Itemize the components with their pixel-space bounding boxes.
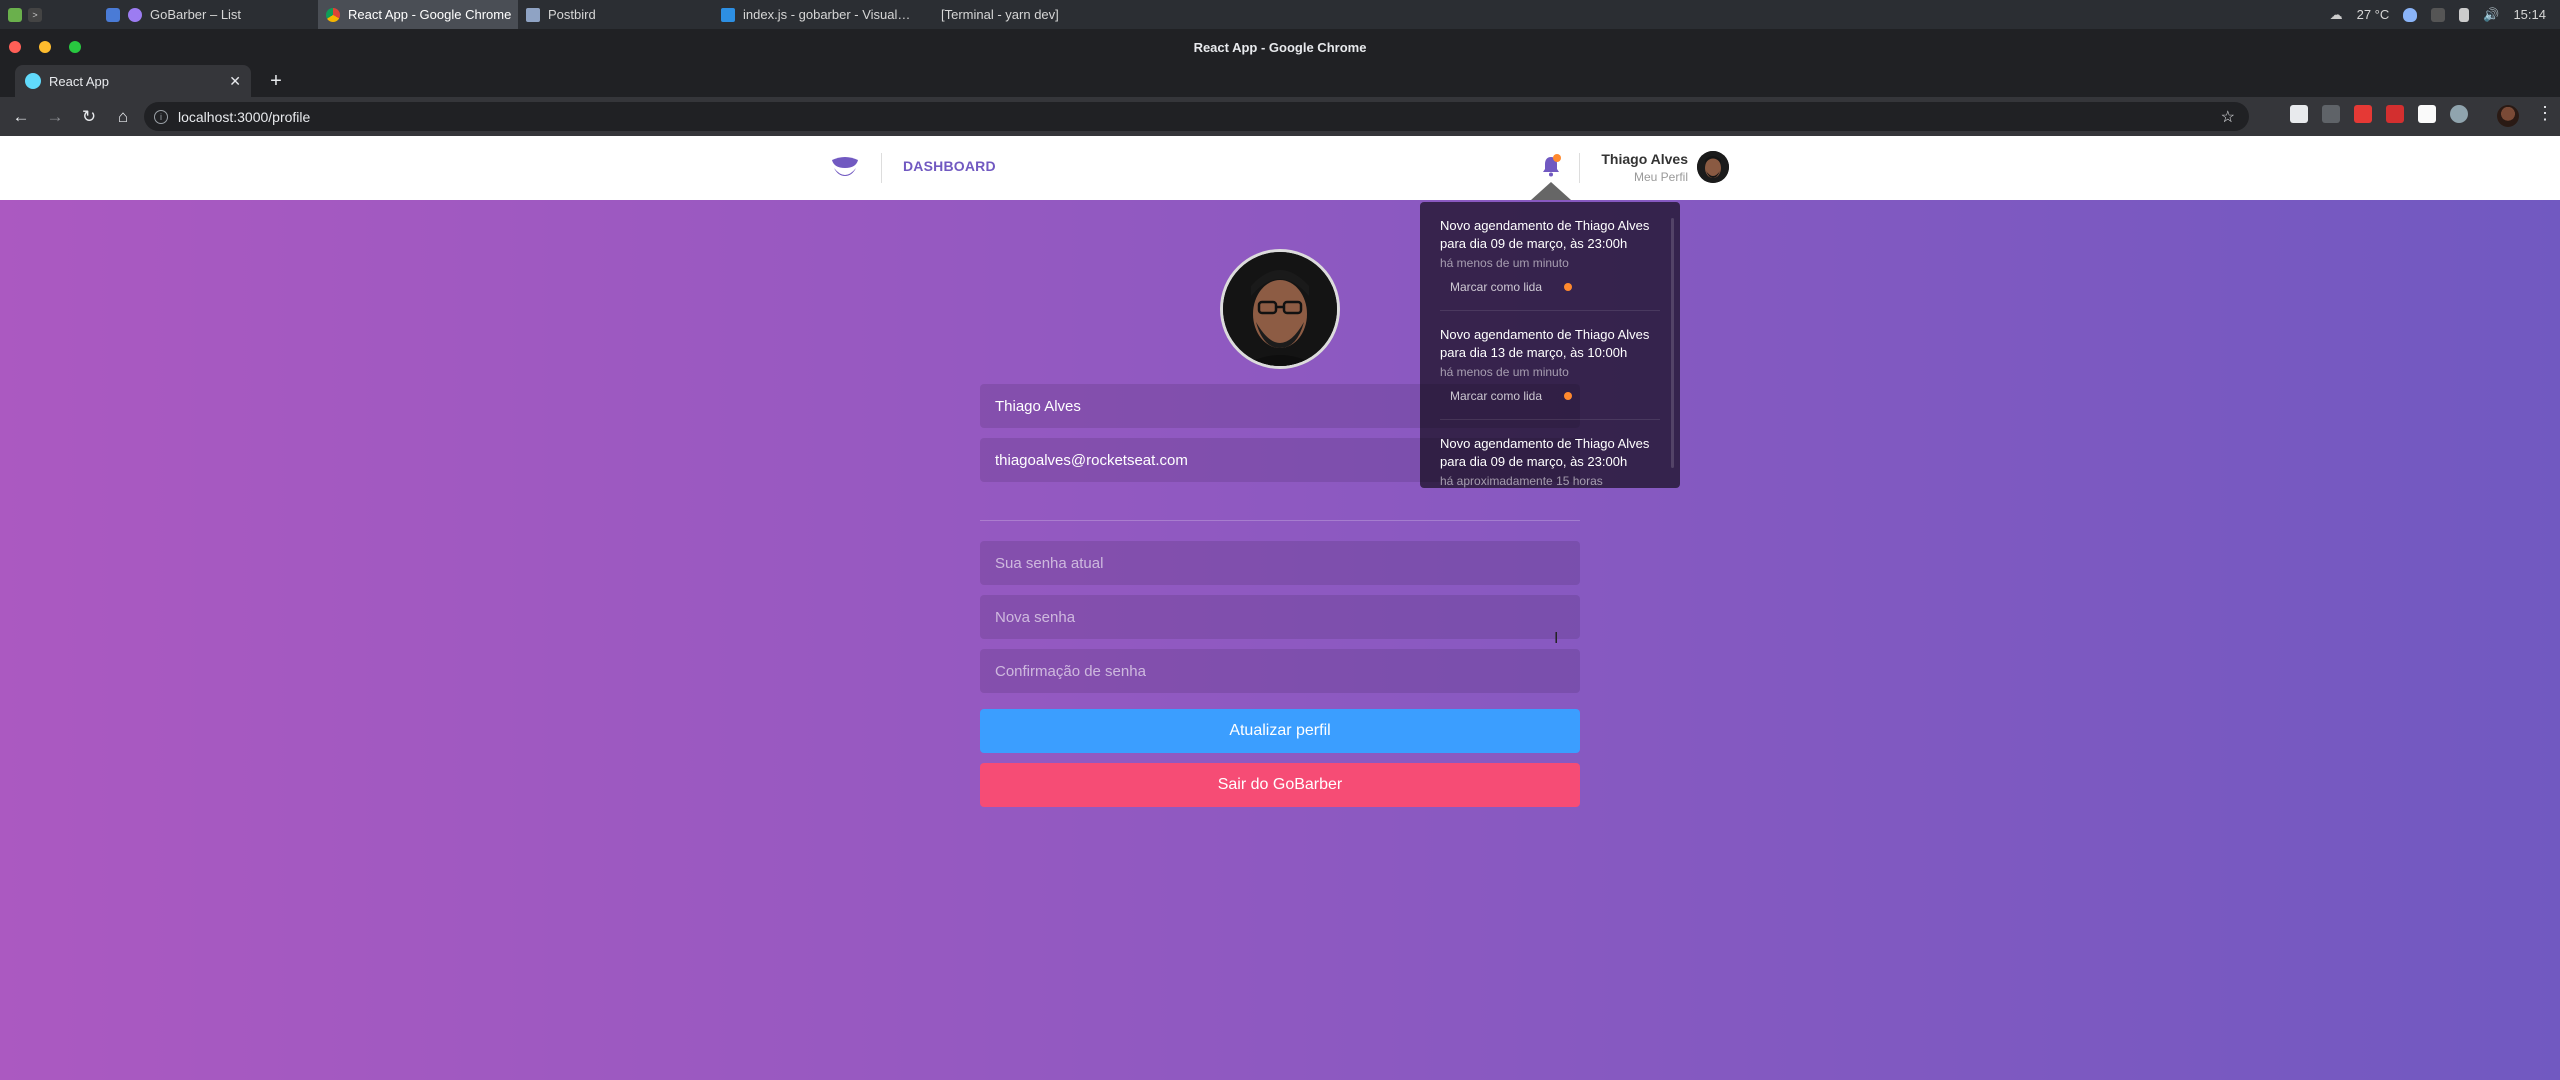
tab-title: React App bbox=[49, 73, 109, 89]
update-profile-button[interactable]: Atualizar perfil bbox=[980, 709, 1580, 753]
unread-dot-icon bbox=[1564, 282, 1573, 291]
new-password-field[interactable]: Nova senha bbox=[980, 595, 1580, 639]
form-divider bbox=[980, 520, 1580, 521]
window-titlebar: React App - Google Chrome bbox=[0, 29, 2560, 65]
extensions bbox=[2290, 105, 2468, 123]
unread-indicator-badge bbox=[1553, 154, 1561, 162]
tab-react-app[interactable]: React App ✕ bbox=[15, 65, 251, 97]
battery-icon[interactable] bbox=[2459, 7, 2470, 22]
url-text[interactable]: localhost:3000/profile bbox=[178, 109, 310, 125]
back-button[interactable]: ← bbox=[8, 104, 34, 130]
taskbar-task-terminal[interactable]: [Terminal - yarn dev] bbox=[933, 0, 1133, 29]
unread-dot-icon bbox=[1564, 391, 1573, 400]
notification-popover-arrow bbox=[1531, 182, 1571, 200]
gobarber-icon bbox=[128, 7, 142, 22]
notification-time: há menos de um minuto bbox=[1440, 365, 1569, 379]
window-icon[interactable] bbox=[2431, 7, 2446, 22]
app-header: DASHBOARD Thiago Alves Meu Perfil bbox=[0, 136, 2560, 200]
notifications-scrollbar[interactable] bbox=[1671, 218, 1674, 468]
notification-text: Novo agendamento de Thiago Alves para di… bbox=[1440, 436, 1650, 469]
window-title: React App - Google Chrome bbox=[1193, 39, 1367, 55]
close-window-icon[interactable] bbox=[9, 41, 21, 53]
header-divider bbox=[881, 153, 882, 183]
header-user-avatar[interactable] bbox=[1697, 151, 1729, 183]
chrome-menu-icon[interactable]: ⋮ bbox=[2536, 103, 2554, 124]
address-bar[interactable]: i localhost:3000/profile ☆ bbox=[144, 102, 2249, 131]
chrome-icon bbox=[326, 7, 340, 22]
logout-button[interactable]: Sair do GoBarber bbox=[980, 763, 1580, 807]
weather-icon: ☁ bbox=[2329, 6, 2343, 22]
confirm-password-field[interactable]: Confirmação de senha bbox=[980, 649, 1580, 693]
volume-icon[interactable]: 🔊 bbox=[2483, 7, 2499, 23]
app-launcher[interactable]: > bbox=[0, 0, 50, 29]
new-tab-button[interactable]: + bbox=[264, 69, 288, 93]
close-tab-icon[interactable]: ✕ bbox=[229, 73, 241, 90]
extension-icon[interactable] bbox=[2450, 105, 2468, 123]
browser-toolbar: ← → ↻ ⌂ i localhost:3000/profile ☆ ⋮ bbox=[0, 97, 2560, 136]
vscode-icon bbox=[721, 7, 735, 22]
reload-button[interactable]: ↻ bbox=[76, 104, 102, 130]
clock: 15:14 bbox=[2513, 7, 2546, 22]
text-cursor-icon: I bbox=[1554, 630, 1559, 647]
taskbar-task-gobarber-list[interactable]: GoBarber – List bbox=[98, 0, 318, 29]
taskbar-task-label: React App - Google Chrome bbox=[348, 7, 512, 22]
notification-text: Novo agendamento de Thiago Alves para di… bbox=[1440, 327, 1650, 360]
taskbar-task-label: GoBarber – List bbox=[150, 7, 242, 22]
home-button[interactable]: ⌂ bbox=[110, 104, 136, 130]
os-taskbar: > GoBarber – List React App - Google Chr… bbox=[0, 0, 2560, 29]
extension-icon[interactable] bbox=[2354, 105, 2372, 123]
taskbar-task-label: [Terminal - yarn dev] bbox=[941, 7, 1059, 22]
minimize-window-icon[interactable] bbox=[39, 41, 51, 53]
maximize-window-icon[interactable] bbox=[69, 41, 81, 53]
header-user-name: Thiago Alves bbox=[1601, 151, 1688, 167]
extension-icon[interactable] bbox=[2386, 105, 2404, 123]
browser-icon bbox=[106, 7, 120, 22]
chrome-profile-avatar[interactable] bbox=[2497, 105, 2519, 127]
gobarber-logo-icon[interactable] bbox=[830, 156, 860, 180]
avatar-face-icon bbox=[1697, 151, 1729, 183]
taskbar-task-vscode[interactable]: index.js - gobarber - Visual… bbox=[713, 0, 933, 29]
notification-time: há menos de um minuto bbox=[1440, 256, 1569, 270]
nav-dashboard-link[interactable]: DASHBOARD bbox=[903, 158, 996, 174]
notification-item: Novo agendamento de Thiago Alves para di… bbox=[1440, 310, 1660, 419]
taskbar-task-postbird[interactable]: Postbird bbox=[518, 0, 713, 29]
profile-avatar-upload[interactable] bbox=[1220, 249, 1340, 369]
weather-temp: 27 °C bbox=[2356, 7, 2390, 22]
window-controls bbox=[9, 41, 81, 53]
postbird-icon bbox=[526, 7, 540, 22]
tab-strip: React App ✕ + bbox=[0, 65, 2560, 97]
extension-icon[interactable] bbox=[2290, 105, 2308, 123]
my-profile-link[interactable]: Meu Perfil bbox=[1634, 170, 1688, 184]
avatar-face-icon bbox=[1223, 252, 1337, 366]
taskbar-task-label: Postbird bbox=[548, 7, 596, 22]
notification-time: há aproximadamente 15 horas bbox=[1440, 474, 1603, 488]
current-password-field[interactable]: Sua senha atual bbox=[980, 541, 1580, 585]
app-viewport: DASHBOARD Thiago Alves Meu Perfil Thiago… bbox=[0, 136, 2560, 1080]
mark-as-read-button[interactable]: Marcar como lida bbox=[1450, 389, 1542, 403]
forward-button[interactable]: → bbox=[42, 104, 68, 130]
header-divider bbox=[1579, 153, 1580, 183]
react-favicon-icon bbox=[25, 73, 41, 89]
notification-text: Novo agendamento de Thiago Alves para di… bbox=[1440, 218, 1650, 251]
taskbar-task-chrome[interactable]: React App - Google Chrome bbox=[318, 0, 518, 29]
shield-icon[interactable] bbox=[2403, 7, 2418, 22]
file-manager-icon[interactable] bbox=[8, 7, 22, 22]
bookmark-star-icon[interactable]: ☆ bbox=[2221, 107, 2235, 127]
terminal-icon[interactable]: > bbox=[28, 7, 42, 22]
notifications-popover: Novo agendamento de Thiago Alves para di… bbox=[1420, 202, 1680, 488]
extension-icon[interactable] bbox=[2418, 105, 2436, 123]
extension-icon[interactable] bbox=[2322, 105, 2340, 123]
site-info-icon[interactable]: i bbox=[154, 109, 168, 124]
notification-item: Novo agendamento de Thiago Alves para di… bbox=[1440, 217, 1660, 310]
taskbar-task-label: index.js - gobarber - Visual… bbox=[743, 7, 911, 22]
notification-item: Novo agendamento de Thiago Alves para di… bbox=[1440, 419, 1660, 488]
mark-as-read-button[interactable]: Marcar como lida bbox=[1450, 280, 1542, 294]
